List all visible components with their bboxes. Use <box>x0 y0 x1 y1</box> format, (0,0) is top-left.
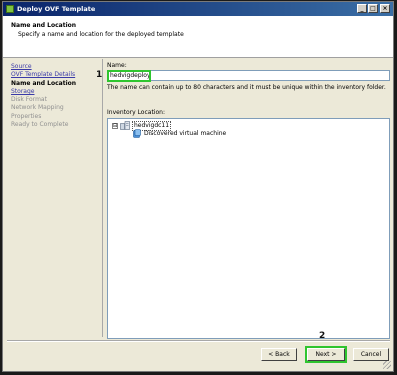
maximize-button[interactable]: □ <box>368 4 378 13</box>
cancel-button[interactable]: Cancel <box>353 348 389 361</box>
page-title: Name and Location <box>11 22 77 29</box>
inventory-label: Inventory Location: <box>107 109 165 116</box>
title-bar[interactable]: Deploy OVF Template _ □ × <box>3 2 393 16</box>
step-ready-to-complete: Ready to Complete <box>11 121 69 129</box>
minimize-button[interactable]: _ <box>357 4 367 13</box>
wizard-header: Name and Location Specify a name and loc… <box>3 16 393 58</box>
annotation-marker-2: 2 <box>319 331 326 341</box>
back-button[interactable]: < Back <box>261 348 297 361</box>
pane-divider <box>102 59 103 337</box>
app-icon <box>6 5 14 13</box>
vm-folder-icon <box>133 129 141 138</box>
annotation-marker-1: 1 <box>96 70 103 80</box>
name-highlight-box <box>107 70 151 82</box>
step-name-and-location: Name and Location <box>11 79 77 87</box>
deploy-ovf-dialog: Deploy OVF Template _ □ × Name and Locat… <box>2 1 394 372</box>
name-label: Name: <box>107 62 127 69</box>
collapse-icon[interactable]: ⊟ <box>112 123 118 129</box>
step-disk-format: Disk Format <box>11 96 47 104</box>
step-source[interactable]: Source <box>11 63 101 71</box>
step-ovf-template-details[interactable]: OVF Template Details <box>11 71 101 79</box>
datacenter-icon <box>120 121 130 130</box>
step-storage[interactable]: Storage <box>11 88 101 96</box>
wizard-steps: Source OVF Template Details Name and Loc… <box>11 63 101 129</box>
step-properties: Properties <box>11 112 42 120</box>
window-title: Deploy OVF Template <box>17 5 96 13</box>
name-hint: The name can contain up to 80 characters… <box>107 84 386 91</box>
close-button[interactable]: × <box>380 4 390 13</box>
footer-separator <box>7 340 390 342</box>
step-network-mapping: Network Mapping <box>11 104 64 112</box>
tree-item-discovered-vms[interactable]: Discovered virtual machine <box>144 130 226 138</box>
page-subtitle: Specify a name and location for the depl… <box>18 31 184 38</box>
next-highlight-box <box>305 346 347 363</box>
resize-grip[interactable] <box>383 361 391 369</box>
inventory-tree[interactable]: ⊟ hedvigdc11 Discovered virtual machine <box>107 118 390 339</box>
